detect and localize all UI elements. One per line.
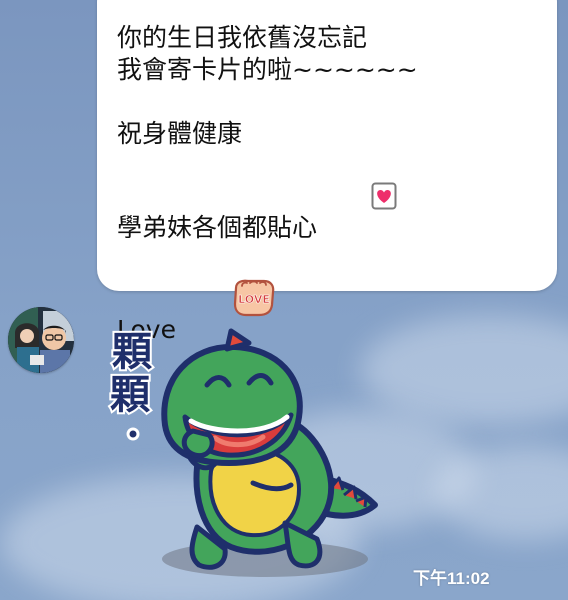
message-line-7-container: Love LOVE <box>117 246 542 344</box>
message-line-5-container: 學弟妹各個都貼心 <box>117 150 542 242</box>
message-timestamp: 下午11:02 <box>413 569 490 588</box>
sender-avatar[interactable] <box>8 307 74 373</box>
message-line-2: 我會寄卡片的啦~~~~~~ <box>117 55 418 84</box>
dinosaur-sticker[interactable]: 顆 顆 <box>103 313 393 583</box>
sticker-caption-text: 顆 顆 <box>108 327 154 441</box>
svg-text:顆: 顆 <box>110 372 150 418</box>
message-line-4: 祝身體健康 <box>117 119 243 148</box>
svg-text:顆: 顆 <box>112 329 152 375</box>
svg-text:LOVE: LOVE <box>238 293 270 306</box>
message-line-1: 你的生日我依舊沒忘記 <box>117 23 368 52</box>
heart-card-icon <box>323 150 397 250</box>
message-text: 你的生日我依舊沒忘記 我會寄卡片的啦~~~~~~ 祝身體健康 學弟妹各個都貼心 … <box>117 22 542 344</box>
message-line-5: 學弟妹各個都貼心 <box>117 213 318 242</box>
